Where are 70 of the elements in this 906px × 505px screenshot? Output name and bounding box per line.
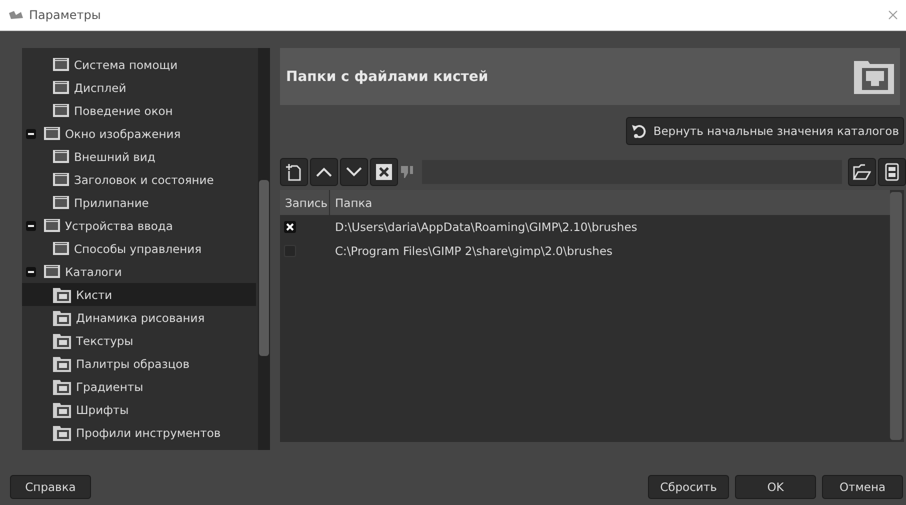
undo-icon	[631, 123, 648, 139]
sidebar-item[interactable]: Динамика рисования	[22, 306, 256, 329]
item-icon	[52, 80, 70, 96]
cancel-button[interactable]: Отмена	[822, 475, 903, 499]
sidebar-item[interactable]: Поведение окон	[22, 99, 256, 122]
move-up-button[interactable]	[310, 158, 338, 186]
column-header[interactable]: Папка	[330, 196, 378, 210]
folder-path: D:\Users\daria\AppData\Roaming\GIMP\2.10\brushes	[334, 220, 638, 234]
item-icon	[52, 56, 70, 72]
folder-icon	[52, 308, 72, 326]
checkbox[interactable]	[284, 221, 296, 233]
up-icon	[316, 167, 332, 177]
column-header[interactable]: Запись	[280, 190, 330, 215]
collapse-icon[interactable]	[26, 266, 36, 276]
item-icon	[43, 264, 61, 280]
down-icon	[346, 167, 362, 177]
folder-icon	[52, 286, 72, 304]
page-title: Папки с файлами кистей	[286, 68, 488, 84]
item-icon	[52, 102, 70, 118]
item-icon	[52, 194, 70, 210]
folder-icon	[52, 332, 72, 350]
sidebar-item[interactable]: Текстуры	[22, 329, 256, 352]
folder-open-icon	[853, 164, 871, 180]
sidebar-item[interactable]: Устройства ввода	[22, 214, 256, 237]
delete-button[interactable]	[370, 158, 398, 186]
collapse-icon[interactable]	[26, 220, 36, 230]
folder-icon	[52, 378, 72, 396]
folder-icon	[52, 354, 72, 372]
app-icon	[8, 9, 24, 21]
scrollbar[interactable]	[890, 192, 902, 440]
folder-icon	[52, 424, 72, 442]
sidebar-item[interactable]: Система помощи	[22, 53, 256, 76]
move-down-button[interactable]	[340, 158, 368, 186]
cabinet-icon	[885, 163, 899, 181]
brush-folder-icon	[854, 59, 894, 94]
sidebar-item[interactable]: Палитры образцов	[22, 352, 256, 375]
sidebar-item[interactable]: Прилипание	[22, 191, 256, 214]
reset-catalogs-button[interactable]: Вернуть начальные значения каталогов	[626, 117, 904, 145]
delete-icon	[376, 164, 392, 180]
open-folder-button[interactable]	[848, 158, 876, 186]
reset-button[interactable]: Сбросить	[648, 475, 729, 499]
item-icon	[52, 148, 70, 164]
file-cabinet-button[interactable]	[878, 158, 906, 186]
check-mark-icon	[286, 223, 294, 231]
folder-icon	[52, 400, 72, 418]
new-file-icon	[285, 163, 303, 181]
sidebar-item[interactable]: Профили инструментов	[22, 421, 256, 444]
item-icon	[43, 218, 61, 234]
sidebar-item[interactable]: Способы управления	[22, 237, 256, 260]
sidebar-item[interactable]: Внешний вид	[22, 145, 256, 168]
close-icon[interactable]	[888, 10, 898, 20]
add-folder-button[interactable]	[280, 158, 308, 186]
help-button[interactable]: Справка	[10, 475, 91, 499]
ok-button[interactable]: OK	[735, 475, 816, 499]
folder-path: C:\Program Files\GIMP 2\share\gimp\2.0\brushes	[334, 244, 613, 258]
sidebar-item[interactable]: Каталоги	[22, 260, 256, 283]
sidebar-item[interactable]: Окно изображения	[22, 122, 256, 145]
scrollbar[interactable]	[258, 48, 270, 450]
sidebar-item[interactable]: Дисплей	[22, 76, 256, 99]
scrollbar-thumb[interactable]	[259, 180, 269, 356]
sidebar-item[interactable]: Шрифты	[22, 398, 256, 421]
sidebar-item[interactable]: Градиенты	[22, 375, 256, 398]
item-icon	[52, 172, 70, 188]
window-title: Параметры	[29, 8, 102, 22]
sidebar-item[interactable]: Заголовок и состояние	[22, 168, 256, 191]
sidebar-item[interactable]: Кисти	[22, 283, 256, 306]
item-icon	[52, 240, 70, 256]
item-icon	[43, 126, 61, 142]
collapse-icon[interactable]	[26, 128, 36, 138]
thumbs-down-icon[interactable]	[400, 165, 416, 179]
